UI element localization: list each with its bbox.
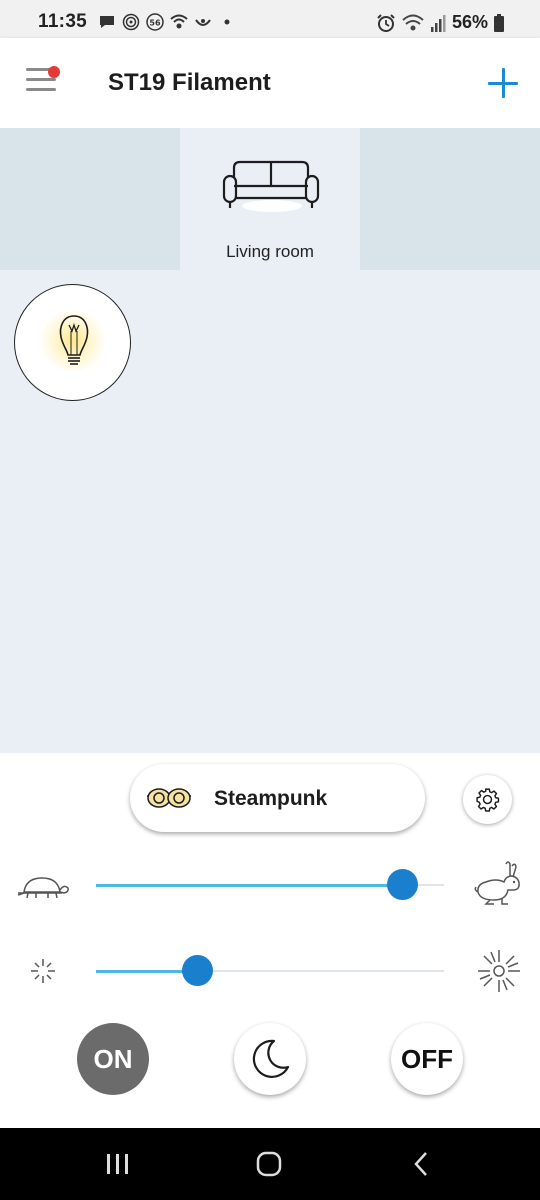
filament-bulb-icon	[59, 315, 89, 365]
recents-icon[interactable]	[104, 1150, 132, 1178]
app-icon	[195, 19, 211, 26]
badge-56-icon: 56	[146, 13, 164, 31]
night-mode-button[interactable]	[234, 1023, 306, 1095]
moon-icon	[252, 1039, 290, 1078]
brightness-slider[interactable]	[96, 955, 444, 986]
speed-slider-thumb[interactable]	[387, 869, 419, 900]
turtle-icon	[17, 877, 69, 899]
svg-text:56: 56	[149, 19, 161, 28]
room-strip: Living room	[0, 128, 540, 270]
notification-dot	[48, 66, 60, 78]
bright-sun-icon	[478, 950, 520, 992]
back-icon[interactable]	[408, 1150, 436, 1178]
app-header: ST19 Filament	[0, 38, 540, 128]
battery-percent: 56%	[451, 12, 488, 32]
chat-icon	[100, 16, 114, 28]
brightness-slider-row	[0, 946, 540, 996]
battery-icon	[494, 13, 504, 32]
wifi-shield-icon	[170, 14, 188, 29]
speed-slider-fill	[96, 883, 403, 887]
off-button[interactable]: OFF	[391, 1023, 463, 1095]
fingerprint-icon	[122, 13, 140, 31]
device-bulb-button[interactable]	[14, 284, 131, 401]
status-icons-right: 56%	[376, 12, 504, 33]
rabbit-icon	[474, 861, 520, 905]
wifi-icon	[402, 14, 424, 30]
hamburger-line	[26, 78, 56, 81]
add-button[interactable]	[486, 66, 520, 100]
plus-icon-stroke	[502, 68, 505, 98]
speed-slider-row	[0, 860, 540, 910]
status-icons-left: 56	[98, 13, 236, 31]
room-label: Living room	[226, 242, 314, 261]
hamburger-line	[26, 88, 56, 91]
status-time: 11:35	[38, 11, 88, 32]
room-tile-living-room[interactable]: Living room	[180, 128, 360, 270]
on-button[interactable]: ON	[77, 1023, 149, 1095]
system-nav-bar	[0, 1128, 540, 1200]
scene-button[interactable]: Steampunk	[130, 764, 425, 832]
steampunk-goggles-icon	[147, 788, 191, 808]
brightness-slider-thumb[interactable]	[181, 955, 213, 986]
page-title: ST19 Filament	[108, 69, 271, 96]
controls-panel: Steampunk ON OFF	[0, 753, 540, 1128]
scene-label: Steampunk	[214, 787, 328, 810]
home-icon[interactable]	[255, 1150, 283, 1178]
sofa-icon	[222, 160, 320, 212]
dim-sun-icon	[31, 959, 55, 983]
speed-slider[interactable]	[96, 869, 444, 900]
signal-icon	[430, 14, 446, 32]
devices-area	[0, 270, 540, 753]
settings-button[interactable]	[463, 775, 512, 824]
dot-icon	[224, 19, 230, 25]
gear-icon	[476, 788, 500, 812]
alarm-icon	[377, 13, 395, 32]
